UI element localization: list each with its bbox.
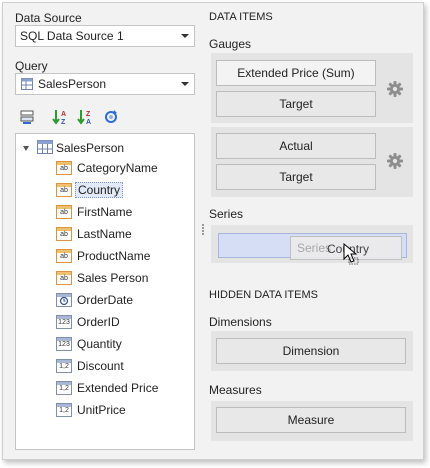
gauge-value-extended-price[interactable]: Extended Price (Sum) (216, 60, 376, 86)
string-field-icon: ab (56, 227, 72, 241)
tree-item-quantity[interactable]: 123 Quantity (56, 334, 124, 354)
integer-field-icon: 123 (56, 337, 72, 351)
string-field-icon: ab (56, 183, 72, 197)
tree-item-orderid[interactable]: 123 OrderID (56, 312, 122, 332)
date-field-icon (56, 293, 72, 307)
tree-item-label: UnitPrice (77, 403, 126, 417)
string-field-icon: ab (56, 249, 72, 263)
tree-item-extended-price[interactable]: 1,2 Extended Price (56, 378, 160, 398)
tree-root[interactable]: SalesPerson (22, 139, 125, 157)
gauge-value-actual[interactable]: Actual (216, 133, 376, 159)
integer-field-icon: 123 (56, 315, 72, 329)
measures-label: Measures (209, 383, 262, 397)
tree-item-label: Sales Person (77, 271, 149, 285)
sort-descending-icon[interactable]: ZA (76, 107, 96, 127)
gauges-label: Gauges (209, 37, 252, 51)
svg-text:A: A (86, 119, 91, 126)
field-tree[interactable]: SalesPerson ab CategoryName ab Country ab F… (15, 133, 195, 450)
query-value: SalesPerson (38, 77, 107, 91)
tree-item-label: CategoryName (77, 161, 158, 175)
dimension-placeholder[interactable]: Dimension (216, 338, 406, 364)
refresh-icon[interactable] (101, 107, 121, 127)
datasource-value: SQL Data Source 1 (20, 29, 124, 43)
svg-text:A: A (61, 111, 66, 118)
tree-item-label: FirstName (77, 205, 133, 219)
data-items-header: DATA ITEMS (209, 11, 273, 23)
svg-text:Z: Z (61, 119, 66, 126)
gear-icon[interactable] (386, 152, 404, 170)
decimal-field-icon: 1,2 (56, 359, 72, 373)
tree-item-label: OrderDate (77, 293, 134, 307)
tree-item-label: OrderID (77, 315, 120, 329)
decimal-field-icon: 1,2 (56, 403, 72, 417)
collapse-arrow-icon[interactable] (22, 144, 31, 153)
tree-item-label: Discount (77, 359, 124, 373)
cursor-arrow-icon (343, 242, 359, 268)
data-binding-panel: Data Source SQL Data Source 1 Query Sale… (2, 2, 424, 460)
series-placeholder: Series (297, 241, 332, 255)
string-field-icon: ab (56, 205, 72, 219)
tree-item-salesperson[interactable]: ab Sales Person (56, 268, 150, 288)
tree-item-label: Extended Price (77, 381, 159, 395)
table-icon (20, 77, 34, 97)
gear-icon[interactable] (386, 80, 404, 98)
tree-item-productname[interactable]: ab ProductName (56, 246, 152, 266)
table-icon (37, 139, 53, 157)
gauge-target-1[interactable]: Target (216, 91, 376, 117)
tree-item-label: Quantity (77, 337, 122, 351)
sort-ascending-icon[interactable]: AZ (51, 107, 71, 127)
splitter-grip[interactable] (202, 223, 205, 237)
tree-item-orderdate[interactable]: OrderDate (56, 290, 135, 310)
group-fields-icon[interactable] (17, 107, 37, 127)
tree-item-lastname[interactable]: ab LastName (56, 224, 134, 244)
tree-item-label: Country (75, 182, 124, 198)
tree-item-country[interactable]: ab Country (56, 180, 124, 200)
tree-root-label: SalesPerson (56, 141, 125, 155)
string-field-icon: ab (56, 161, 72, 175)
measure-placeholder[interactable]: Measure (216, 407, 406, 433)
datasource-combo[interactable]: SQL Data Source 1 (15, 25, 195, 47)
tree-item-unitprice[interactable]: 1,2 UnitPrice (56, 400, 128, 420)
dimensions-label: Dimensions (209, 315, 272, 329)
tree-item-firstname[interactable]: ab FirstName (56, 202, 134, 222)
tree-item-label: ProductName (77, 249, 151, 263)
chevron-down-icon (181, 82, 189, 86)
query-combo[interactable]: SalesPerson (15, 73, 195, 95)
decimal-field-icon: 1,2 (56, 381, 72, 395)
query-label: Query (15, 59, 48, 73)
datasource-label: Data Source (15, 11, 82, 25)
tree-item-label: LastName (77, 227, 132, 241)
svg-text:Z: Z (86, 111, 91, 118)
string-field-icon: ab (56, 271, 72, 285)
gauge-target-2[interactable]: Target (216, 164, 376, 190)
hidden-data-items-header: HIDDEN DATA ITEMS (209, 289, 318, 301)
series-label: Series (209, 207, 244, 221)
chevron-down-icon (181, 34, 189, 38)
tree-item-categoryname[interactable]: ab CategoryName (56, 158, 160, 178)
tree-item-discount[interactable]: 1,2 Discount (56, 356, 126, 376)
